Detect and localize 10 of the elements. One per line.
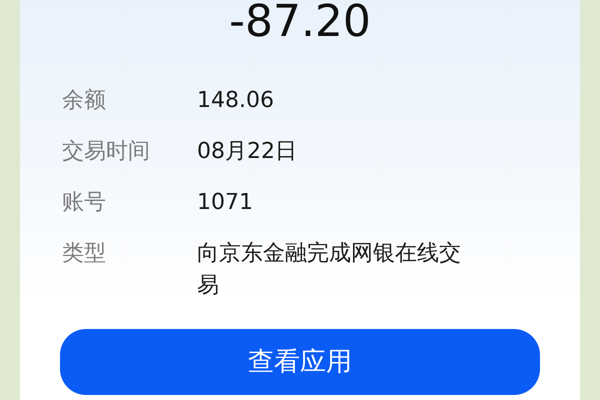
detail-value: 148.06 [197, 87, 275, 115]
detail-label: 类型 [62, 240, 107, 268]
detail-label: 账号 [62, 189, 107, 217]
detail-value: 1071 [197, 189, 254, 217]
detail-value: 08月22日 [197, 138, 298, 166]
detail-value: 向京东金融完成网银在线交易 [197, 240, 462, 300]
detail-label: 余额 [62, 87, 107, 115]
amount-text: -87.20 [229, 0, 371, 44]
view-app-button[interactable]: 查看应用 [60, 329, 540, 395]
detail-label: 交易时间 [62, 138, 151, 166]
